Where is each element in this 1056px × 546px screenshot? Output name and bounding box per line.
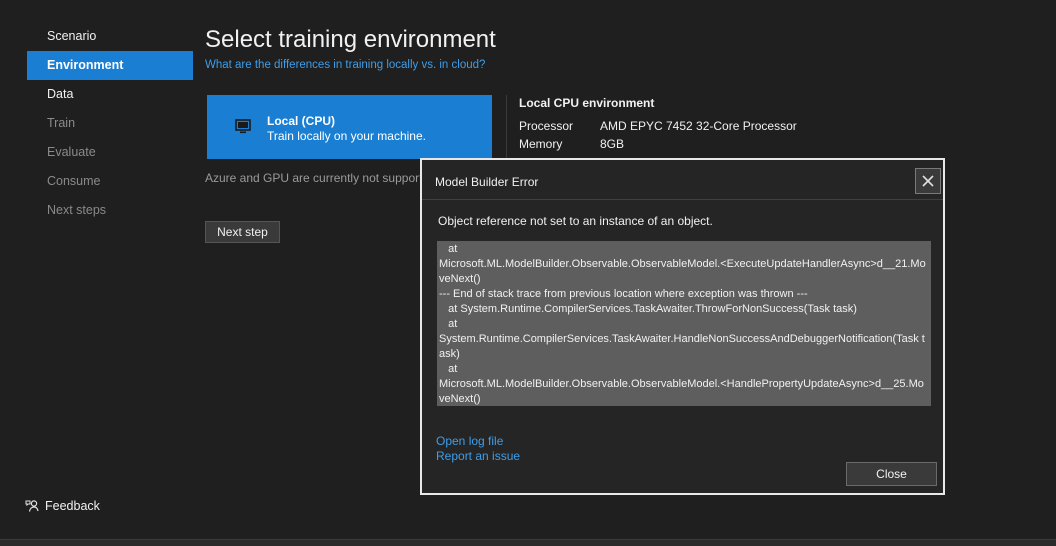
page-title: Select training environment <box>205 26 496 53</box>
sidebar-item-scenario[interactable]: Scenario <box>27 22 193 51</box>
processor-value: AMD EPYC 7452 32-Core Processor <box>600 119 797 133</box>
dialog-close-x-button[interactable] <box>915 168 941 194</box>
feedback-link[interactable]: Feedback <box>25 499 100 513</box>
sidebar-item-train: Train <box>47 116 76 130</box>
env-divider <box>506 95 507 159</box>
bottom-bar <box>0 539 1056 546</box>
sidebar-nav: Scenario Environment Data Train Evaluate… <box>27 22 193 225</box>
env-card-title: Local (CPU) <box>267 114 336 128</box>
report-issue-link[interactable]: Report an issue <box>436 449 520 463</box>
open-log-file-link[interactable]: Open log file <box>436 434 503 448</box>
error-message: Object reference not set to an instance … <box>438 214 713 228</box>
unsupported-notice: Azure and GPU are currently not supporte… <box>205 171 420 185</box>
sidebar-item-environment[interactable]: Environment <box>27 51 193 80</box>
sidebar-item-evaluate: Evaluate <box>47 145 96 159</box>
dialog-separator <box>422 199 943 200</box>
close-button[interactable]: Close <box>846 462 937 486</box>
env-card-local-cpu[interactable]: Local (CPU) Train locally on your machin… <box>207 95 492 159</box>
dialog-title: Model Builder Error <box>435 175 539 189</box>
feedback-icon <box>25 500 39 512</box>
sidebar-item-consume: Consume <box>47 174 101 188</box>
next-step-button[interactable]: Next step <box>205 221 280 243</box>
close-icon <box>922 175 934 187</box>
spec-title: Local CPU environment <box>519 96 655 110</box>
sidebar-item-next-steps: Next steps <box>47 203 107 217</box>
memory-label: Memory <box>519 137 563 151</box>
feedback-label: Feedback <box>45 499 100 513</box>
sidebar-item-data[interactable]: Data <box>27 80 193 109</box>
memory-value: 8GB <box>600 137 625 151</box>
error-dialog: Model Builder Error Object reference not… <box>420 158 945 495</box>
stack-trace-box[interactable]: at Microsoft.ML.ModelBuilder.Observable.… <box>437 241 931 406</box>
monitor-icon <box>235 119 251 134</box>
model-builder-page: Scenario Environment Data Train Evaluate… <box>0 0 1056 546</box>
training-differences-link[interactable]: What are the differences in training loc… <box>205 59 485 71</box>
env-card-description: Train locally on your machine. <box>267 129 426 143</box>
processor-label: Processor <box>519 119 574 133</box>
